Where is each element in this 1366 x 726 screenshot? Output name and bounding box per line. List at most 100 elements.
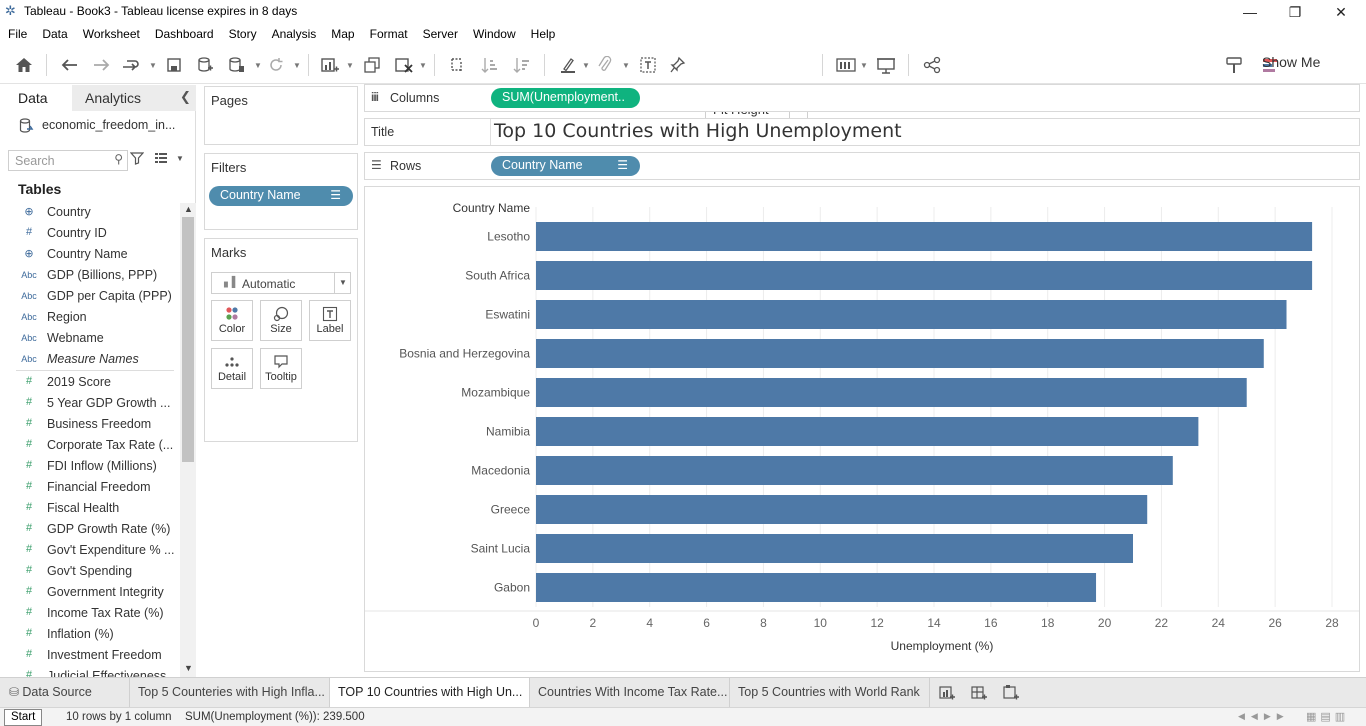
scroll-down-icon[interactable]: ▼: [184, 663, 193, 673]
highlight-dropdown-icon[interactable]: ▼: [582, 61, 590, 70]
new-datasource-icon[interactable]: [193, 53, 217, 77]
row-header-country-name[interactable]: Country Name: [453, 201, 531, 215]
minimize-button[interactable]: —: [1227, 0, 1273, 24]
bar-chart[interactable]: Lesotho South Africa Eswatini Bosnia and He…: [365, 187, 1359, 671]
field-item[interactable]: Abc Region: [0, 307, 178, 328]
fields-scrollbar-thumb[interactable]: [182, 217, 194, 462]
bar-mark[interactable]: [536, 573, 1097, 602]
filter-pill-country-name[interactable]: Country Name ☰: [209, 186, 353, 206]
bar-mark[interactable]: [536, 495, 1148, 524]
menu-format[interactable]: Format: [370, 27, 408, 41]
swap-rows-columns-icon[interactable]: [445, 53, 469, 77]
field-item[interactable]: ⊕ Country: [0, 202, 178, 223]
sheet-tab-income-tax[interactable]: Countries With Income Tax Rate...: [530, 678, 730, 708]
pause-updates-icon[interactable]: [224, 53, 248, 77]
bar-mark[interactable]: [536, 222, 1313, 251]
x-axis-title[interactable]: Unemployment (%): [891, 639, 994, 653]
field-item[interactable]: #5 Year GDP Growth ...: [0, 393, 178, 414]
pause-dropdown-icon[interactable]: ▼: [254, 61, 262, 70]
start-button[interactable]: Start: [4, 709, 42, 726]
field-item[interactable]: # Income Tax Rate (%): [0, 603, 178, 624]
category-label[interactable]: Saint Lucia: [471, 542, 531, 556]
field-item[interactable]: Abc GDP per Capita (PPP): [0, 286, 178, 307]
sheet-view-icons[interactable]: ▦▤▥: [1306, 710, 1349, 723]
field-item[interactable]: # Fiscal Health: [0, 498, 178, 519]
rows-pill-country-name[interactable]: Country Name ☰: [491, 156, 640, 176]
menu-file[interactable]: File: [8, 27, 27, 41]
bar-mark[interactable]: [536, 378, 1247, 407]
field-item[interactable]: Abc Webname: [0, 328, 178, 349]
filter-icon[interactable]: [130, 151, 144, 165]
show-mark-labels-icon[interactable]: [636, 53, 660, 77]
marks-tooltip-button[interactable]: Tooltip: [260, 348, 302, 389]
format-painter-icon[interactable]: [1222, 53, 1246, 77]
bar-mark[interactable]: [536, 339, 1264, 368]
field-item[interactable]: # FDI Inflow (Millions): [0, 456, 178, 477]
marks-label-button[interactable]: Label: [309, 300, 351, 341]
new-worksheet-tab-icon[interactable]: [938, 684, 956, 702]
field-item[interactable]: Abc Measure Names: [0, 349, 178, 370]
clear-sheet-icon[interactable]: [392, 53, 416, 77]
highlight-icon[interactable]: [556, 53, 580, 77]
collapse-pane-icon[interactable]: ❮: [180, 89, 191, 105]
view-list-icon[interactable]: [154, 151, 168, 165]
duplicate-icon[interactable]: [360, 53, 384, 77]
field-item[interactable]: # Gov't Expenditure % ...: [0, 540, 178, 561]
new-dashboard-tab-icon[interactable]: [970, 684, 988, 702]
field-item[interactable]: # Corporate Tax Rate (...: [0, 435, 178, 456]
viz-area[interactable]: Lesotho South Africa Eswatini Bosnia and He…: [364, 186, 1360, 672]
replay-icon[interactable]: [119, 53, 143, 77]
field-item[interactable]: # Country ID: [0, 223, 178, 244]
bar-mark[interactable]: [536, 261, 1313, 290]
group-members-icon[interactable]: [593, 53, 617, 77]
sheet-tab-unemployment[interactable]: TOP 10 Countries with High Un...: [330, 678, 530, 708]
field-item[interactable]: # Financial Freedom: [0, 477, 178, 498]
sheet-tab-inflation[interactable]: Top 5 Counteries with High Infla...: [130, 678, 330, 708]
menu-dashboard[interactable]: Dashboard: [155, 27, 214, 41]
field-item[interactable]: # Gov't Spending: [0, 561, 178, 582]
field-item[interactable]: # Investment Freedom: [0, 645, 178, 666]
category-label[interactable]: Namibia: [486, 425, 530, 439]
replay-dropdown-icon[interactable]: ▼: [149, 61, 157, 70]
bar-mark[interactable]: [536, 534, 1133, 563]
menu-analysis[interactable]: Analysis: [272, 27, 317, 41]
cards-dropdown-icon[interactable]: ▼: [860, 61, 868, 70]
field-item[interactable]: # Inflation (%): [0, 624, 178, 645]
clear-dropdown-icon[interactable]: ▼: [419, 61, 427, 70]
rows-shelf[interactable]: ☰ Rows Country Name ☰: [364, 152, 1360, 180]
undo-icon[interactable]: [58, 53, 82, 77]
menu-help[interactable]: Help: [531, 27, 556, 41]
sheet-nav-icons[interactable]: ◀◀▶▶: [1238, 711, 1290, 722]
category-label[interactable]: Gabon: [494, 581, 530, 595]
field-item[interactable]: # Government Integrity: [0, 582, 178, 603]
close-button[interactable]: ✕: [1318, 0, 1364, 24]
bar-mark[interactable]: [536, 417, 1199, 446]
show-me-button[interactable]: Show Me: [1262, 54, 1320, 70]
menu-window[interactable]: Window: [473, 27, 516, 41]
home-icon[interactable]: [12, 53, 36, 77]
menu-data[interactable]: Data: [42, 27, 67, 41]
field-item[interactable]: # GDP Growth Rate (%): [0, 519, 178, 540]
presentation-mode-icon[interactable]: [874, 53, 898, 77]
view-dropdown-icon[interactable]: ▼: [176, 154, 184, 163]
category-label[interactable]: Mozambique: [461, 386, 530, 400]
menu-server[interactable]: Server: [423, 27, 458, 41]
scroll-up-icon[interactable]: ▲: [184, 204, 193, 214]
field-item[interactable]: ⊕ Country Name: [0, 244, 178, 265]
marks-color-button[interactable]: Color: [211, 300, 253, 341]
restore-button[interactable]: ❐: [1272, 0, 1318, 24]
share-icon[interactable]: [920, 53, 944, 77]
field-item[interactable]: #2019 Score: [0, 372, 178, 393]
save-icon[interactable]: [162, 53, 186, 77]
marks-detail-button[interactable]: Detail: [211, 348, 253, 389]
new-worksheet-dropdown-icon[interactable]: ▼: [346, 61, 354, 70]
new-worksheet-icon[interactable]: [318, 53, 342, 77]
category-label[interactable]: Lesotho: [487, 230, 530, 244]
category-label[interactable]: Greece: [491, 503, 531, 517]
field-item[interactable]: # Business Freedom: [0, 414, 178, 435]
menu-story[interactable]: Story: [229, 27, 257, 41]
data-source-tab[interactable]: ⛁ Data Source: [0, 678, 130, 708]
show-cards-icon[interactable]: [834, 53, 858, 77]
field-search-input[interactable]: Search ⚲: [8, 150, 128, 171]
columns-shelf[interactable]: iii Columns SUM(Unemployment..: [364, 84, 1360, 112]
